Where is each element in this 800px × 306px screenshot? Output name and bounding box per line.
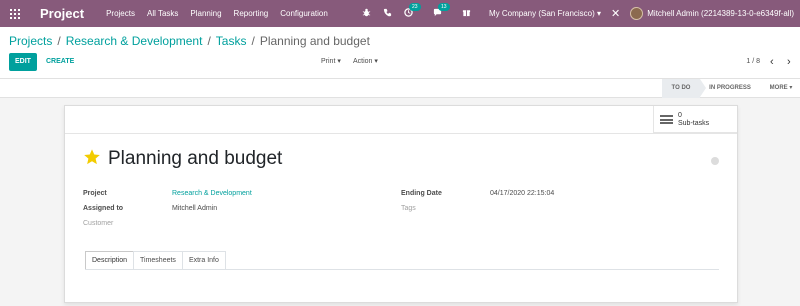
status-bar: TO DO IN PROGRESS MORE ▾ (0, 79, 800, 98)
message-badge: 13 (437, 3, 450, 11)
user-menu[interactable]: Mitchell Admin (2214389-13-0-e6349f-all) (647, 9, 794, 18)
create-button[interactable]: CREATE (46, 53, 74, 71)
tabs-divider (85, 269, 719, 270)
tags-label: Tags (401, 205, 416, 212)
main-menu: Projects All Tasks Planning Reporting Co… (106, 9, 340, 18)
ending-date-value[interactable]: 04/17/2020 22:15:04 (490, 190, 554, 197)
customer-label: Customer (83, 220, 114, 227)
print-dropdown[interactable]: Print ▾ (321, 53, 341, 71)
activity-badge: 23 (408, 3, 421, 11)
subtasks-button[interactable]: 0 Sub-tasks (653, 106, 737, 133)
close-icon[interactable]: ✕ (611, 7, 620, 20)
assigned-value[interactable]: Mitchell Admin (172, 205, 217, 212)
kanban-state-dot[interactable] (711, 157, 719, 165)
subtasks-count: 0 (678, 112, 682, 119)
print-label: Print (321, 58, 336, 65)
app-brand[interactable]: Project (40, 6, 84, 21)
tab-description[interactable]: Description (85, 251, 135, 269)
stage-more-label: MORE (769, 85, 788, 91)
breadcrumb-separator: / (251, 34, 255, 48)
clock-activity-icon[interactable]: 23 (404, 3, 421, 19)
breadcrumb: Projects / Research & Development / Task… (9, 34, 370, 48)
company-name: My Company (San Francisco) (488, 9, 595, 18)
action-dropdown[interactable]: Action ▾ (353, 53, 378, 71)
menu-reporting[interactable]: Reporting (234, 9, 269, 18)
star-icon[interactable] (83, 148, 101, 166)
menu-all-tasks[interactable]: All Tasks (147, 9, 178, 18)
pager-value[interactable]: 1 / 8 (746, 53, 760, 71)
breadcrumb-separator: / (57, 34, 61, 48)
form-sheet: 0 Sub-tasks Planning and budget Project … (64, 105, 738, 303)
bug-icon[interactable] (362, 8, 371, 19)
caret-down-icon: ▾ (597, 9, 602, 18)
action-label: Action (353, 58, 373, 65)
stage-in-progress[interactable]: IN PROGRESS (702, 79, 758, 98)
tab-timesheets[interactable]: Timesheets (133, 251, 183, 269)
tab-extra-info[interactable]: Extra Info (181, 251, 226, 269)
stage-more-dropdown[interactable]: MORE ▾ (762, 79, 800, 98)
chat-icon[interactable]: 13 (433, 3, 450, 19)
divider (65, 133, 737, 134)
apps-grid-icon[interactable] (10, 8, 20, 19)
menu-projects[interactable]: Projects (106, 9, 135, 18)
notebook-tabs: Description Timesheets Extra Info (85, 251, 226, 269)
caret-down-icon: ▾ (789, 85, 793, 91)
gift-icon[interactable] (462, 8, 471, 19)
systray: 23 13 My Company (San Francisco) ▾ ✕ Mit… (362, 0, 800, 27)
subtasks-label: Sub-tasks (678, 120, 710, 127)
chevron-left-icon[interactable]: ‹ (770, 53, 774, 71)
project-label: Project (83, 190, 107, 197)
breadcrumb-projects[interactable]: Projects (9, 34, 52, 48)
project-link[interactable]: Research & Development (172, 190, 252, 197)
avatar[interactable] (630, 7, 644, 20)
caret-down-icon: ▾ (374, 58, 378, 65)
top-navbar: Project Projects All Tasks Planning Repo… (0, 0, 800, 27)
breadcrumb-project[interactable]: Research & Development (66, 34, 203, 48)
company-switcher[interactable]: My Company (San Francisco) ▾ (489, 9, 601, 18)
subtasks-icon (660, 115, 673, 125)
phone-icon[interactable] (383, 8, 392, 19)
menu-configuration[interactable]: Configuration (280, 9, 328, 18)
breadcrumb-separator: / (207, 34, 211, 48)
chevron-right-icon[interactable]: › (787, 53, 791, 71)
stage-todo[interactable]: TO DO (662, 79, 706, 98)
edit-button[interactable]: EDIT (9, 53, 37, 71)
control-panel: Projects / Research & Development / Task… (0, 27, 800, 79)
breadcrumb-tasks[interactable]: Tasks (216, 34, 247, 48)
breadcrumb-current: Planning and budget (259, 34, 370, 48)
ending-date-label: Ending Date (401, 190, 442, 197)
caret-down-icon: ▾ (337, 58, 341, 65)
menu-planning[interactable]: Planning (190, 9, 221, 18)
task-title[interactable]: Planning and budget (108, 148, 282, 170)
assigned-label: Assigned to (83, 205, 124, 212)
